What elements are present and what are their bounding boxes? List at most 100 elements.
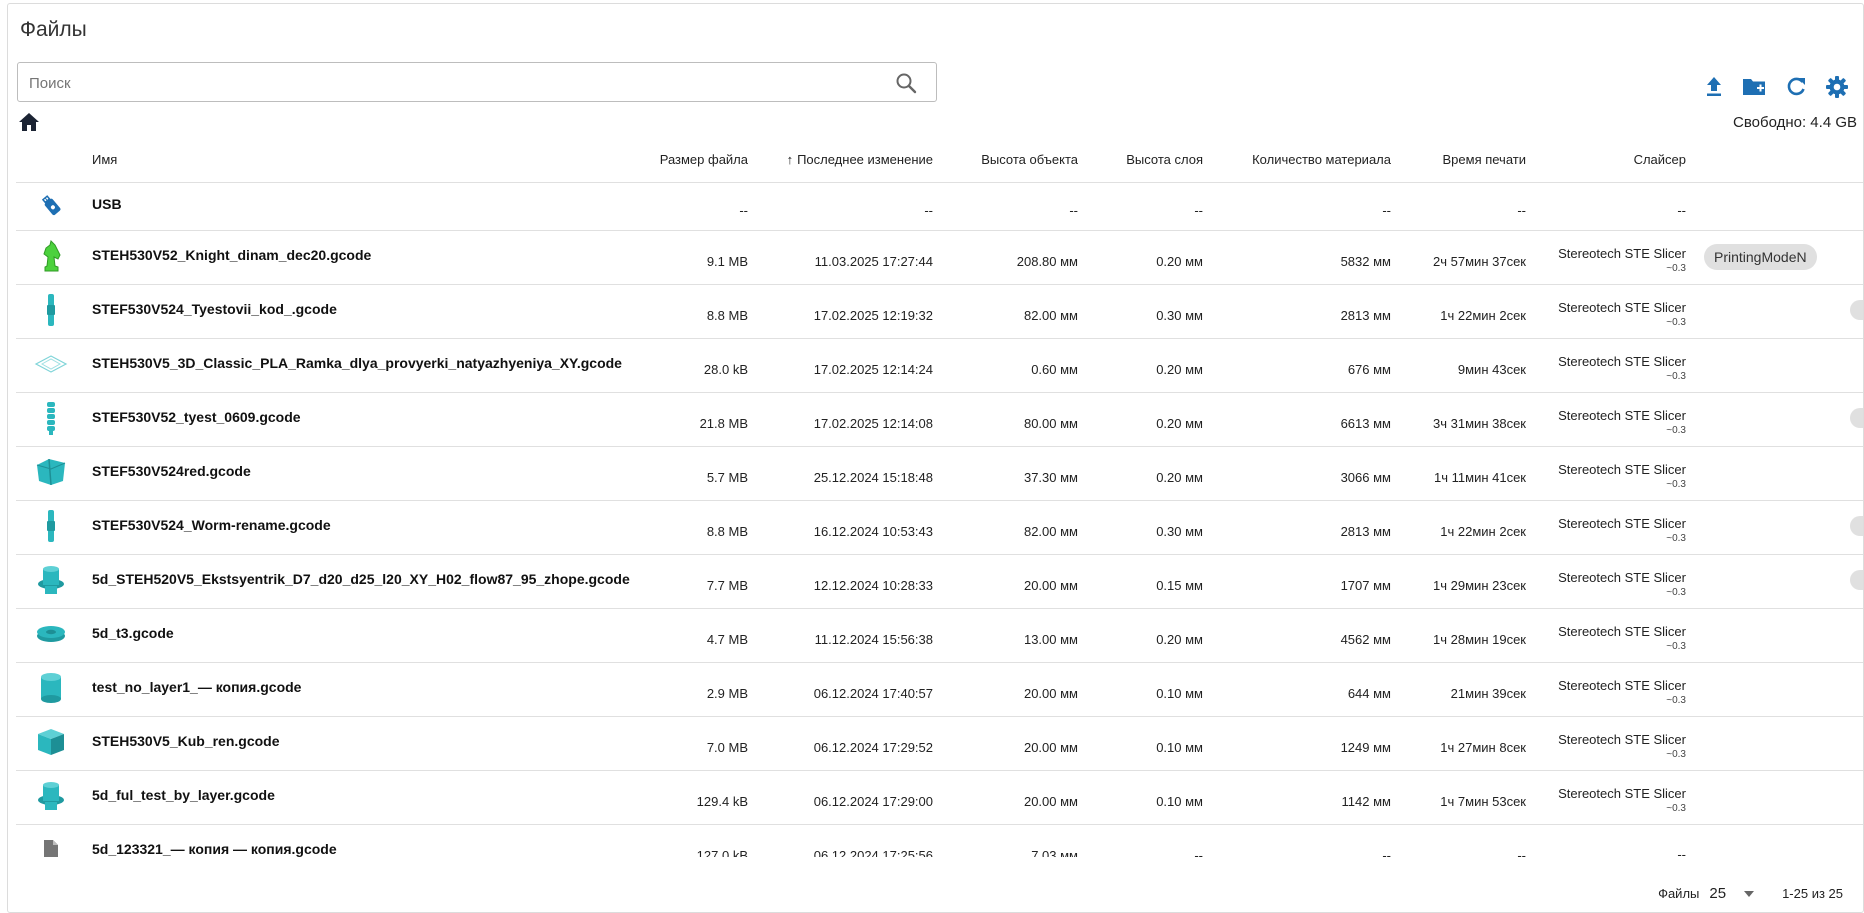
- object-height: 20.00 мм: [941, 554, 1086, 609]
- print-time: 1ч 29мин 23сек: [1399, 554, 1534, 609]
- material-amount: 1707 мм: [1211, 554, 1399, 609]
- file-size: 7.0 MB: [636, 716, 756, 771]
- file-size: 8.8 MB: [636, 500, 756, 555]
- slicer-cell: Stereotech STE Slicer ~0.3: [1534, 392, 1694, 447]
- column-header-slicer[interactable]: Слайсер: [1534, 138, 1694, 183]
- slicer-name: Stereotech STE Slicer: [1558, 354, 1686, 369]
- table-row[interactable]: 5d_t3.gcode 4.7 MB 11.12.2024 15:56:38 13.0…: [16, 608, 1863, 663]
- table-row[interactable]: STEH530V52_Knight_dinam_dec20.gcode 9.1 M…: [16, 230, 1863, 285]
- usb-folder-row[interactable]: USB -- -- -- -- -- -- --: [16, 182, 1863, 231]
- table-row[interactable]: STEF530V524_Tyestovii_kod_.gcode 8.8 MB 17…: [16, 284, 1863, 339]
- layer-height: 0.20 мм: [1086, 446, 1211, 501]
- print-time: --: [1399, 824, 1534, 857]
- slicer-name: Stereotech STE Slicer: [1558, 516, 1686, 531]
- slicer-version: ~0.3: [1666, 695, 1686, 706]
- table-row[interactable]: 5d_ful_test_by_layer.gcode 129.4 kB 06.12.…: [16, 770, 1863, 825]
- file-size: 8.8 MB: [636, 284, 756, 339]
- disc-model-icon: [35, 625, 67, 647]
- object-height: 82.00 мм: [941, 500, 1086, 555]
- print-time: 21мин 39сек: [1399, 662, 1534, 717]
- material-amount: 6613 мм: [1211, 392, 1399, 447]
- file-thumbnail: [16, 824, 86, 857]
- file-thumbnail: [16, 284, 86, 339]
- slicer-name: Stereotech STE Slicer: [1558, 246, 1686, 261]
- print-time: 1ч 22мин 2сек: [1399, 284, 1534, 339]
- slicer-version: ~0.3: [1666, 587, 1686, 598]
- layer-height: 0.15 мм: [1086, 554, 1211, 609]
- file-name: STEF530V524_Tyestovii_kod_.gcode: [86, 284, 636, 339]
- mode-chip[interactable]: [1850, 299, 1863, 320]
- slicer-cell: Stereotech STE Slicer ~0.3: [1534, 230, 1694, 285]
- column-header-modified[interactable]: ↑ Последнее изменение: [756, 138, 941, 183]
- object-height: 37.30 мм: [941, 446, 1086, 501]
- file-modified: 11.03.2025 17:27:44: [756, 230, 941, 285]
- table-row[interactable]: 5d_STEH520V5_Ekstsyentrik_D7_d20_d25_l20…: [16, 554, 1863, 609]
- file-thumbnail: [16, 500, 86, 555]
- table-row[interactable]: test_no_layer1_— копия.gcode 2.9 MB 06.12.…: [16, 662, 1863, 717]
- slicer-name: Stereotech STE Slicer: [1558, 678, 1686, 693]
- table-row[interactable]: 5d_123321_— копия — копия.gcode 127.0 kB 0…: [16, 824, 1863, 857]
- file-size: 5.7 MB: [636, 446, 756, 501]
- material-amount: 5832 мм: [1211, 230, 1399, 285]
- extra-cell: [1694, 662, 1863, 717]
- mode-chip[interactable]: [1850, 569, 1863, 590]
- slicer-cell: Stereotech STE Slicer ~0.3: [1534, 716, 1694, 771]
- sort-ascending-icon: ↑: [786, 152, 794, 168]
- slicer-version: ~0.3: [1666, 803, 1686, 814]
- extra-cell: [1694, 284, 1863, 339]
- column-header-name[interactable]: Имя: [86, 138, 636, 183]
- material-amount: 3066 мм: [1211, 446, 1399, 501]
- extra-cell: [1694, 824, 1863, 857]
- slicer-cell: Stereotech STE Slicer ~0.3: [1534, 770, 1694, 825]
- file-modified: 17.02.2025 12:19:32: [756, 284, 941, 339]
- column-header-material[interactable]: Количество материала: [1211, 138, 1399, 183]
- slicer-version: ~0.3: [1666, 533, 1686, 544]
- usb-material: --: [1211, 182, 1399, 231]
- frame-model-icon: [34, 354, 68, 377]
- table-row[interactable]: STEF530V524_Worm-rename.gcode 8.8 MB 16.12…: [16, 500, 1863, 555]
- mode-chip[interactable]: [1850, 515, 1863, 536]
- print-time: 2ч 57мин 37сек: [1399, 230, 1534, 285]
- object-height: 0.60 мм: [941, 338, 1086, 393]
- file-name: STEF530V52_tyest_0609.gcode: [86, 392, 636, 447]
- file-name: STEF530V524_Worm-rename.gcode: [86, 500, 636, 555]
- table-row[interactable]: STEF530V524red.gcode 5.7 MB 25.12.2024 15:…: [16, 446, 1863, 501]
- file-thumbnail: [16, 554, 86, 609]
- layer-height: 0.20 мм: [1086, 338, 1211, 393]
- slicer-version: ~0.3: [1666, 371, 1686, 382]
- file-thumbnail: [16, 662, 86, 717]
- object-height: 20.00 мм: [941, 770, 1086, 825]
- file-name: STEH530V5_3D_Classic_PLA_Ramka_dlya_prov…: [86, 338, 636, 393]
- column-header-layer-height[interactable]: Высота слоя: [1086, 138, 1211, 183]
- layer-height: 0.30 мм: [1086, 284, 1211, 339]
- column-header-object-height[interactable]: Высота объекта: [941, 138, 1086, 183]
- slicer-version: ~0.3: [1666, 749, 1686, 760]
- file-name: 5d_STEH520V5_Ekstsyentrik_D7_d20_d25_l20…: [86, 554, 636, 609]
- thumbnail-header: [16, 138, 86, 183]
- table-row[interactable]: STEF530V52_tyest_0609.gcode 21.8 MB 17.02.…: [16, 392, 1863, 447]
- file-modified: 16.12.2024 10:53:43: [756, 500, 941, 555]
- usb-layer: --: [1086, 182, 1211, 231]
- slicer-version: ~0.3: [1666, 425, 1686, 436]
- file-modified: 25.12.2024 15:18:48: [756, 446, 941, 501]
- mode-chip[interactable]: [1850, 407, 1863, 428]
- table-row[interactable]: STEH530V5_3D_Classic_PLA_Ramka_dlya_prov…: [16, 338, 1863, 393]
- slicer-name: Stereotech STE Slicer: [1558, 462, 1686, 477]
- file-modified: 06.12.2024 17:40:57: [756, 662, 941, 717]
- usb-height: --: [941, 182, 1086, 231]
- slicer-name: Stereotech STE Slicer: [1558, 786, 1686, 801]
- per-page-value: 25: [1709, 885, 1727, 902]
- file-modified: 17.02.2025 12:14:24: [756, 338, 941, 393]
- per-page-select[interactable]: 25: [1709, 885, 1755, 902]
- file-modified: 12.12.2024 10:28:33: [756, 554, 941, 609]
- column-header-size[interactable]: Размер файла: [636, 138, 756, 183]
- file-name: test_no_layer1_— копия.gcode: [86, 662, 636, 717]
- printing-mode-chip[interactable]: PrintingModeN: [1704, 244, 1817, 270]
- table-row[interactable]: STEH530V5_Kub_ren.gcode 7.0 MB 06.12.2024 …: [16, 716, 1863, 771]
- material-amount: 2813 мм: [1211, 284, 1399, 339]
- object-height: 13.00 мм: [941, 608, 1086, 663]
- file-thumbnail: [16, 446, 86, 501]
- slicer-cell: Stereotech STE Slicer ~0.3: [1534, 338, 1694, 393]
- column-header-print-time[interactable]: Время печати: [1399, 138, 1534, 183]
- slicer-cell: Stereotech STE Slicer ~0.3: [1534, 284, 1694, 339]
